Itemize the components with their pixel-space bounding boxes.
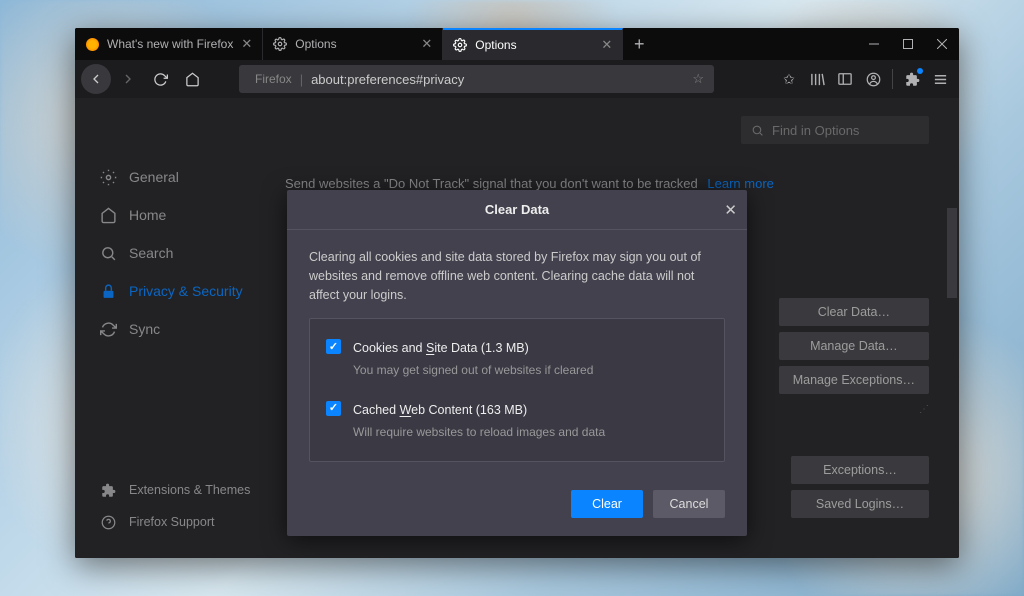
- cache-sublabel: Will require websites to reload images a…: [353, 423, 708, 441]
- url-bar[interactable]: Firefox | about:preferences#privacy ☆: [239, 65, 714, 93]
- new-tab-button[interactable]: +: [623, 28, 655, 60]
- gear-icon: [273, 37, 287, 51]
- tab-options-active[interactable]: Options ✕: [443, 28, 623, 60]
- account-icon[interactable]: [860, 66, 886, 92]
- identity-box[interactable]: Firefox: [249, 72, 292, 86]
- pocket-icon[interactable]: ✩: [776, 66, 802, 92]
- cancel-button[interactable]: Cancel: [653, 490, 725, 518]
- dialog-footer: Clear Cancel: [287, 476, 747, 536]
- window-controls: [857, 28, 959, 60]
- menu-icon[interactable]: [927, 66, 953, 92]
- url-text: about:preferences#privacy: [311, 72, 464, 87]
- maximize-button[interactable]: [891, 28, 925, 60]
- tab-label: What's new with Firefox: [107, 37, 233, 51]
- dialog-body: Clearing all cookies and site data store…: [287, 230, 747, 476]
- library-icon[interactable]: [804, 66, 830, 92]
- cookies-label: Cookies and Site Data (1.3 MB): [353, 339, 708, 358]
- dialog-title: Clear Data: [485, 202, 549, 217]
- tab-options-1[interactable]: Options ✕: [263, 28, 443, 60]
- reload-button[interactable]: [145, 64, 175, 94]
- tab-label: Options: [475, 38, 516, 52]
- firefox-icon: [85, 37, 99, 51]
- toolbar: Firefox | about:preferences#privacy ☆ ✩: [75, 60, 959, 98]
- toolbar-right: ✩: [776, 66, 953, 92]
- cookies-sublabel: You may get signed out of websites if cl…: [353, 361, 708, 379]
- checkmark-icon: ✓: [326, 339, 341, 354]
- clear-options-panel: ✓ Cookies and Site Data (1.3 MB) You may…: [309, 318, 725, 462]
- identity-label: Firefox: [255, 72, 292, 86]
- cache-checkbox-row[interactable]: ✓ Cached Web Content (163 MB) Will requi…: [326, 395, 708, 447]
- tabs-row: What's new with Firefox ✕ Options ✕ Opti…: [75, 28, 857, 60]
- tab-label: Options: [295, 37, 336, 51]
- cookies-checkbox-row[interactable]: ✓ Cookies and Site Data (1.3 MB) You may…: [326, 333, 708, 385]
- dialog-header: Clear Data ✕: [287, 190, 747, 230]
- clear-button[interactable]: Clear: [571, 490, 643, 518]
- gear-icon: [453, 38, 467, 52]
- close-icon[interactable]: ✕: [241, 36, 252, 52]
- cache-label: Cached Web Content (163 MB): [353, 401, 708, 420]
- titlebar: What's new with Firefox ✕ Options ✕ Opti…: [75, 28, 959, 60]
- modal-overlay: Clear Data ✕ Clearing all cookies and si…: [75, 98, 959, 558]
- close-icon[interactable]: ✕: [421, 36, 432, 52]
- firefox-window: What's new with Firefox ✕ Options ✕ Opti…: [75, 28, 959, 558]
- minimize-button[interactable]: [857, 28, 891, 60]
- extensions-icon[interactable]: [899, 66, 925, 92]
- clear-data-dialog: Clear Data ✕ Clearing all cookies and si…: [287, 190, 747, 536]
- forward-button[interactable]: [113, 64, 143, 94]
- tab-whats-new[interactable]: What's new with Firefox ✕: [75, 28, 263, 60]
- content-area: General Home Search Privacy & Security S…: [75, 98, 959, 558]
- home-button[interactable]: [177, 64, 207, 94]
- close-icon[interactable]: ✕: [724, 201, 737, 219]
- bookmark-star-icon[interactable]: ☆: [692, 71, 704, 87]
- close-icon[interactable]: ✕: [601, 37, 612, 53]
- dialog-description: Clearing all cookies and site data store…: [309, 248, 725, 304]
- back-button[interactable]: [81, 64, 111, 94]
- sidebar-icon[interactable]: [832, 66, 858, 92]
- checkmark-icon: ✓: [326, 401, 341, 416]
- close-button[interactable]: [925, 28, 959, 60]
